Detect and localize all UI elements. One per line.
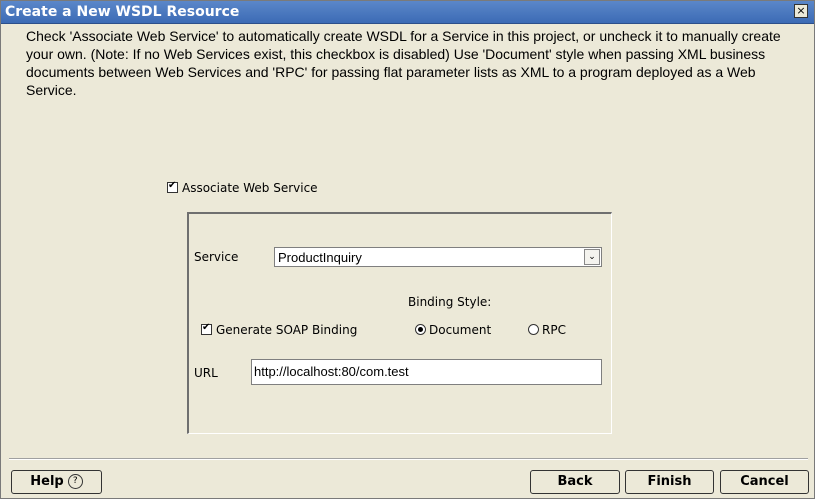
- help-icon: ?: [67, 474, 83, 489]
- checkbox-icon[interactable]: [167, 180, 178, 193]
- generate-soap-binding-label: Generate SOAP Binding: [216, 322, 358, 337]
- finish-button[interactable]: Finish: [625, 470, 714, 494]
- associate-web-service-checkbox[interactable]: Associate Web Service: [167, 177, 318, 196]
- generate-soap-binding-checkbox[interactable]: Generate SOAP Binding: [201, 319, 357, 338]
- title-bar: Create a New WSDL Resource ×: [1, 1, 814, 24]
- cancel-button[interactable]: Cancel: [720, 470, 809, 494]
- description-text: Check 'Associate Web Service' to automat…: [26, 28, 781, 98]
- url-input[interactable]: http://localhost:80/com.test: [251, 359, 602, 385]
- dropdown-arrow-icon[interactable]: ⌄: [584, 249, 600, 265]
- service-dropdown[interactable]: ProductInquiry ⌄: [274, 247, 602, 267]
- wsdl-dialog: Create a New WSDL Resource × Check 'Asso…: [0, 0, 815, 499]
- help-button-label: Help: [30, 474, 64, 489]
- binding-style-label: Binding Style:: [408, 295, 492, 309]
- service-label: Service: [194, 250, 239, 264]
- document-radio[interactable]: Document: [415, 319, 491, 338]
- service-value: ProductInquiry: [278, 250, 362, 265]
- checkbox-icon[interactable]: [201, 322, 212, 335]
- document-label: Document: [429, 322, 492, 337]
- window-title: Create a New WSDL Resource: [5, 4, 240, 20]
- associate-web-service-label: Associate Web Service: [182, 180, 318, 195]
- radio-icon[interactable]: [528, 324, 539, 335]
- close-icon[interactable]: ×: [794, 4, 808, 18]
- url-label: URL: [194, 366, 218, 380]
- radio-icon[interactable]: [415, 324, 426, 335]
- button-separator: [9, 458, 808, 460]
- back-button[interactable]: Back: [530, 470, 620, 494]
- help-button[interactable]: Help?: [11, 470, 102, 494]
- rpc-radio[interactable]: RPC: [528, 319, 566, 338]
- rpc-label: RPC: [542, 322, 566, 337]
